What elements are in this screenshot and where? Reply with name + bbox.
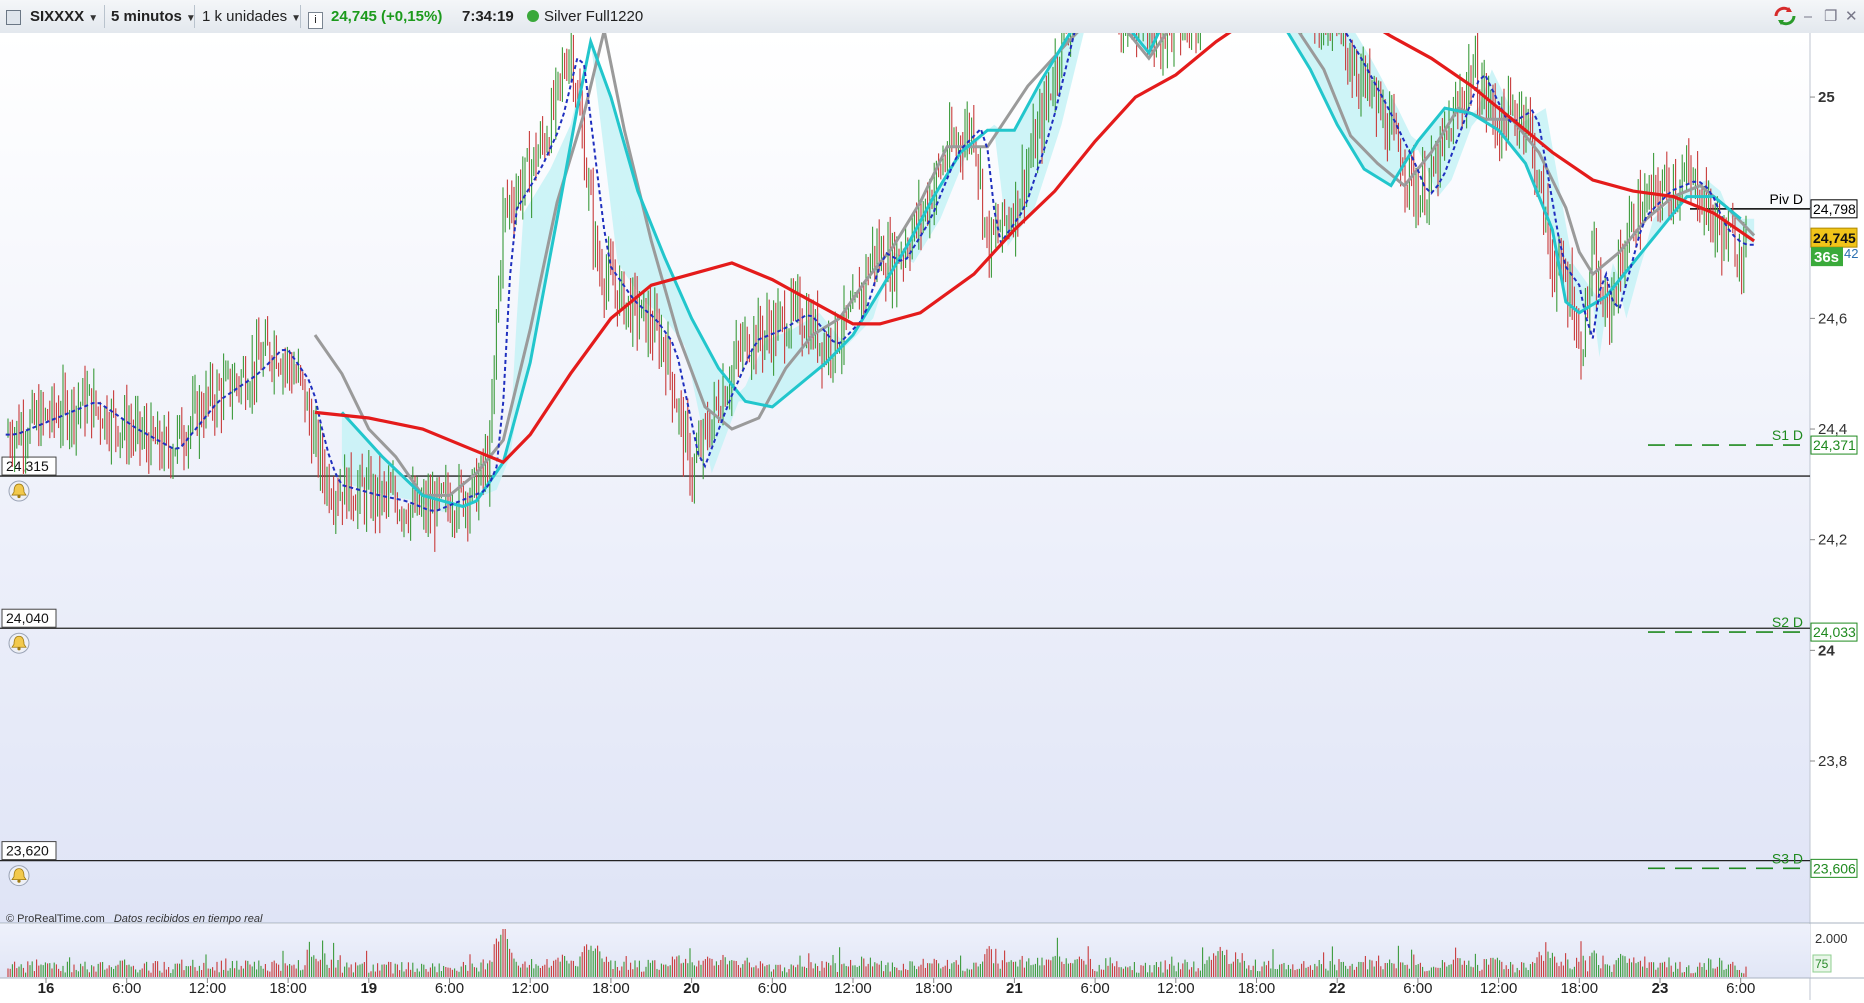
- account-label: Silver Full1220: [544, 8, 644, 25]
- symbol-select[interactable]: SIXXXX ▼: [30, 6, 98, 27]
- last-price-label: 24,745: [1813, 230, 1856, 246]
- x-tick-label: 12:00: [511, 980, 549, 997]
- x-tick-label: 19: [360, 980, 377, 997]
- alert-price-label: 23,620: [6, 843, 49, 859]
- chart-toolbar: SIXXXX ▼ 5 minutos ▼ 1 k unidades ▼ i 24,74…: [0, 0, 1864, 34]
- data-note-label: Datos recibidos en tiempo real: [114, 913, 263, 925]
- sync-button[interactable]: [1772, 5, 1798, 26]
- pivot-value: 24,798: [1813, 201, 1856, 217]
- bell-icon-clapper: [17, 879, 21, 883]
- x-tick-label: 23: [1652, 980, 1669, 997]
- toolbar-divider: [300, 5, 301, 28]
- x-tick-label: 18:00: [915, 980, 953, 997]
- restore-button[interactable]: ❐: [1824, 6, 1837, 27]
- copyright-label: © ProRealTime.com: [6, 913, 105, 925]
- units-label: 1 k unidades: [202, 8, 288, 25]
- x-tick-label: 22: [1329, 980, 1346, 997]
- alert-price-label: 24,040: [6, 610, 49, 626]
- sync-icon: [1774, 6, 1796, 26]
- close-button[interactable]: ✕: [1845, 6, 1858, 27]
- y-axis-background: [1810, 33, 1864, 923]
- x-tick-label: 18:00: [269, 980, 307, 997]
- copyright-text: © ProRealTime.com Datos recibidos en tie…: [6, 913, 263, 925]
- pivot-name: Piv D: [1770, 191, 1803, 207]
- x-tick-label: 12:00: [1480, 980, 1518, 997]
- x-tick-label: 18:00: [1238, 980, 1276, 997]
- x-tick-label: 18:00: [592, 980, 630, 997]
- y-tick-label: 23,8: [1818, 753, 1847, 770]
- x-tick-label: 6:00: [1403, 980, 1432, 997]
- bell-icon: [8, 632, 30, 654]
- pivot-value: 24,371: [1813, 437, 1856, 453]
- pivot-value: 23,606: [1813, 860, 1856, 876]
- chevron-down-icon: ▼: [88, 13, 99, 24]
- symbol-label: SIXXXX: [30, 8, 85, 25]
- pivot-name: S3 D: [1772, 850, 1803, 866]
- info-button[interactable]: i: [308, 6, 323, 29]
- x-tick-label: 16: [38, 980, 55, 997]
- x-tick-label: 6:00: [112, 980, 141, 997]
- timeframe-select[interactable]: 5 minutos ▼: [111, 6, 196, 27]
- toolbar-divider: [194, 5, 195, 28]
- pivot-name: S1 D: [1772, 427, 1803, 443]
- x-tick-label: 6:00: [1080, 980, 1109, 997]
- bell-icon-clapper: [17, 647, 21, 651]
- y-tick-label: 24,2: [1818, 532, 1847, 549]
- pivot-name: S2 D: [1772, 614, 1803, 630]
- y-tick-label: 24,6: [1818, 310, 1847, 327]
- volume-last-label: 75: [1815, 957, 1829, 971]
- price-change: 24,745 (+0,15%): [331, 8, 443, 25]
- quote-time: 7:34:19: [462, 8, 514, 25]
- x-tick-label: 18:00: [1561, 980, 1599, 997]
- info-icon: i: [308, 12, 323, 29]
- x-tick-label: 12:00: [1157, 980, 1195, 997]
- countdown-label: 36s: [1814, 249, 1839, 266]
- timeframe-label: 5 minutos: [111, 8, 182, 25]
- bell-icon: [8, 865, 30, 887]
- x-tick-label: 12:00: [834, 980, 872, 997]
- bell-icon-clapper: [17, 494, 21, 499]
- y-tick-label: 24,4: [1818, 421, 1847, 438]
- x-tick-label: 21: [1006, 980, 1023, 997]
- y-tick-label: 24: [1818, 642, 1835, 659]
- volume-tick: 2.000: [1815, 931, 1848, 946]
- window-icon: [6, 10, 21, 25]
- chart-canvas[interactable]: 2524,824,624,424,22423,8 25,89525,43524,…: [0, 0, 1864, 1000]
- x-axis-ticks: 16 6:00 12:00 18:00 19 6:00 12:00 18:00 20 6:00 12…: [38, 978, 1755, 997]
- x-tick-label: 6:00: [435, 980, 464, 997]
- units-select[interactable]: 1 k unidades ▼: [202, 6, 301, 27]
- x-tick-label: 12:00: [189, 980, 227, 997]
- last-price-suffix: 42: [1844, 246, 1858, 261]
- pivot-value: 24,033: [1813, 624, 1856, 640]
- toolbar-divider: [104, 5, 105, 28]
- price-chart[interactable]: 2524,824,624,424,22423,8 25,89525,43524,…: [0, 0, 1864, 1000]
- last-price-marker: 24,74542 36s: [1810, 227, 1858, 266]
- x-tick-label: 6:00: [758, 980, 787, 997]
- account-status: Silver Full1220: [527, 6, 643, 27]
- x-tick-label: 6:00: [1726, 980, 1755, 997]
- x-tick-label: 20: [683, 980, 700, 997]
- bell-icon: [8, 480, 30, 502]
- connection-status-icon: [527, 10, 539, 22]
- minimize-button[interactable]: ⎯: [1804, 6, 1812, 27]
- y-tick-label: 25: [1818, 89, 1835, 106]
